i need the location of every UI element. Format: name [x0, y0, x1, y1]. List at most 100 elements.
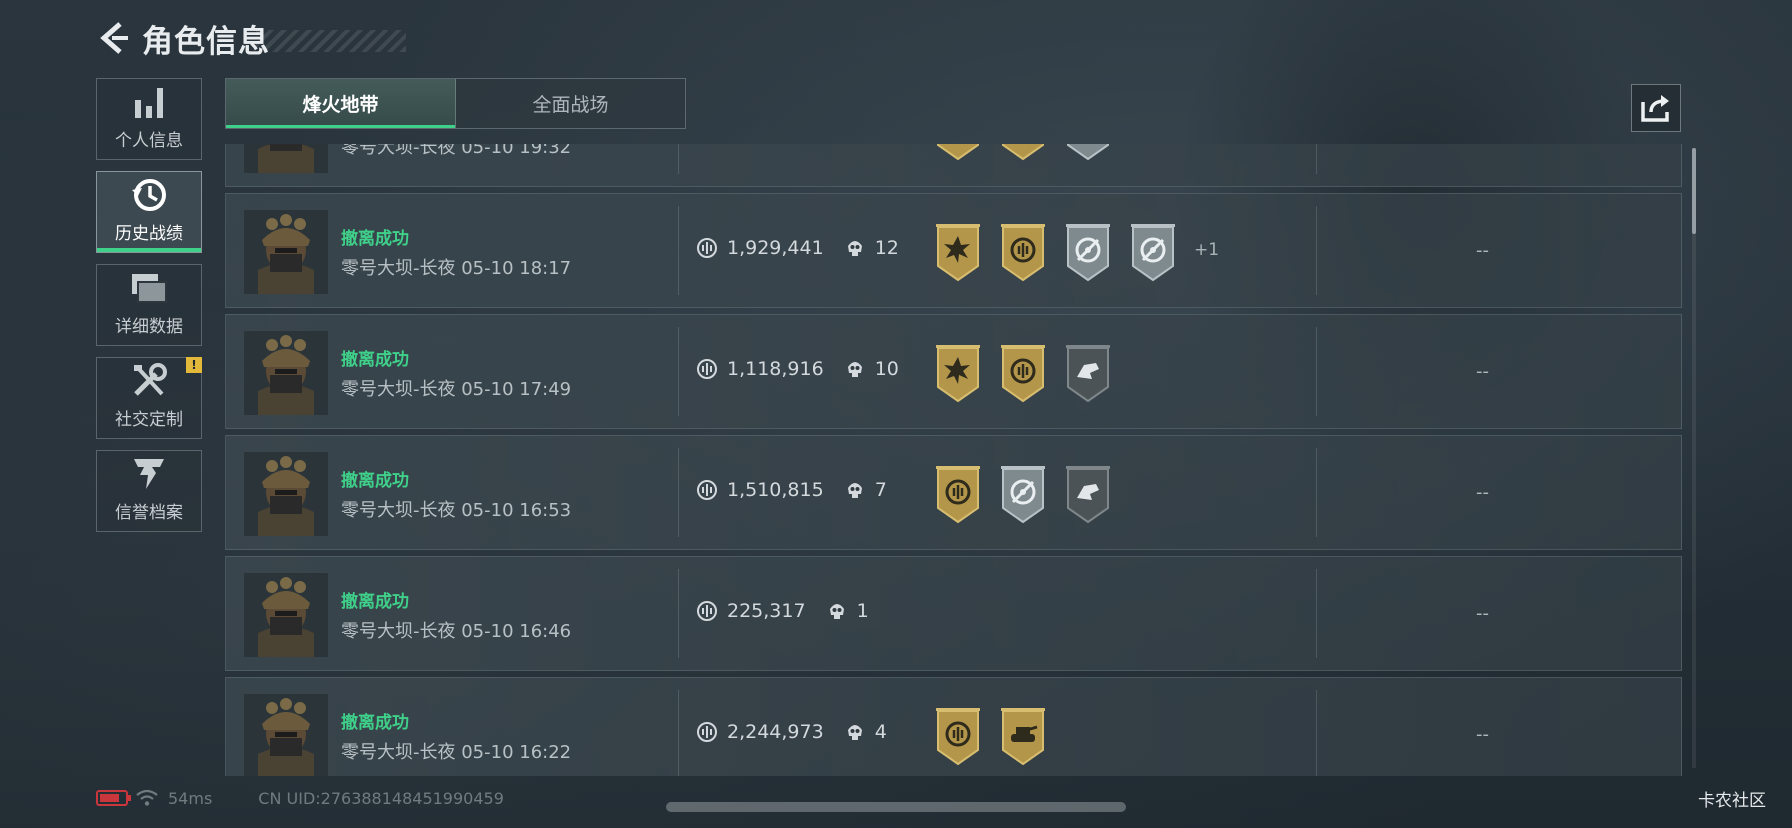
- match-time: 05-10 18:17: [461, 258, 572, 279]
- column-divider: [1316, 327, 1317, 416]
- loot-value: 1,510,815: [727, 479, 824, 501]
- gold-sun-badge-icon[interactable]: [932, 222, 984, 282]
- column-divider: [1316, 206, 1317, 295]
- achievement-badges: +1: [932, 222, 1219, 282]
- gold-coin-badge-icon[interactable]: [997, 144, 1049, 161]
- match-record-row[interactable]: 撤离成功 零号大坝-长夜 05-10 16:53 1,510,815 7 --: [225, 435, 1682, 550]
- status-footer: 54ms CN UID:276388148451990459: [96, 786, 504, 810]
- map-name: 零号大坝-长夜: [341, 379, 456, 400]
- tab-full-battlefield[interactable]: 全面战场: [456, 79, 685, 128]
- kill-count: 1: [856, 600, 869, 622]
- skull-icon: [844, 358, 866, 380]
- gold-coin-badge-icon[interactable]: [932, 464, 984, 524]
- title-decoration: [256, 30, 406, 52]
- score-value: --: [1476, 603, 1489, 624]
- match-record-row[interactable]: 撤离成功 零号大坝-长夜 05-10 16:46 225,317 1 --: [225, 556, 1682, 671]
- loot-value: 2,244,973: [727, 721, 824, 743]
- map-and-time: 零号大坝-长夜 05-10 16:53: [341, 496, 571, 522]
- column-divider: [678, 448, 679, 537]
- scrollbar-thumb[interactable]: [1692, 148, 1696, 234]
- map-and-time: 零号大坝-长夜 05-10 18:17: [341, 254, 571, 280]
- page-title: 角色信息: [142, 23, 270, 60]
- map-and-time: 零号大坝-长夜 05-10 16:22: [341, 738, 571, 764]
- sidebar-item-label: 社交定制: [115, 410, 183, 430]
- silver-target-badge-icon[interactable]: [1062, 222, 1114, 282]
- achievement-badges: [932, 144, 1127, 161]
- warning-badge: !: [186, 357, 202, 373]
- operator-avatar: [244, 210, 328, 294]
- scrollbar[interactable]: [1692, 148, 1696, 768]
- skull-icon: [844, 237, 866, 259]
- mode-tabs: 烽火地带 全面战场: [225, 78, 686, 129]
- silver-target-badge-icon[interactable]: [1062, 144, 1114, 161]
- sidebar-item-history[interactable]: 历史战绩: [96, 171, 202, 253]
- kill-count: 7: [874, 479, 887, 501]
- match-record-row[interactable]: 撤离成功零号大坝-长夜 05-10 19:322,721,1339--: [225, 144, 1682, 187]
- match-stats: 1,929,441 12: [696, 237, 899, 259]
- map-name: 零号大坝-长夜: [341, 144, 456, 158]
- map-name: 零号大坝-长夜: [341, 258, 456, 279]
- share-button[interactable]: [1631, 84, 1681, 132]
- match-time: 05-10 16:46: [461, 621, 572, 642]
- sidebar-item-details[interactable]: 详细数据: [96, 264, 202, 346]
- back-arrow-icon: [100, 22, 128, 54]
- loot-value: 1,118,916: [727, 358, 824, 380]
- more-badges-count[interactable]: +1: [1194, 240, 1219, 260]
- coin-icon: [696, 479, 718, 501]
- coin-icon: [696, 600, 718, 622]
- match-history-list[interactable]: 撤离成功零号大坝-长夜 05-10 19:322,721,1339--撤离成功零…: [225, 144, 1682, 776]
- sidebar-item-credit[interactable]: 信誉档案: [96, 450, 202, 532]
- match-stats: 2,244,973 4: [696, 721, 887, 743]
- battery-icon: [96, 790, 131, 806]
- silver-target-badge-icon[interactable]: [997, 464, 1049, 524]
- sidebar-item-social[interactable]: ! 社交定制: [96, 357, 202, 439]
- operator-avatar: [244, 452, 328, 536]
- achievement-badges: [932, 464, 1127, 524]
- gold-sun-badge-icon[interactable]: [932, 144, 984, 161]
- match-record-row[interactable]: 撤离成功 零号大坝-长夜 05-10 16:22 2,244,973 4 --: [225, 677, 1682, 776]
- kills-group: 1: [826, 600, 869, 622]
- match-history-list-inner: 撤离成功零号大坝-长夜 05-10 19:322,721,1339--撤离成功零…: [225, 144, 1682, 776]
- score-value: --: [1476, 724, 1489, 745]
- column-divider: [1316, 569, 1317, 658]
- dark-hand-badge-icon[interactable]: [1062, 343, 1114, 403]
- skull-icon: [844, 479, 866, 501]
- match-stats: 1,118,916 10: [696, 358, 899, 380]
- operator-avatar: [244, 573, 328, 657]
- map-name: 零号大坝-长夜: [341, 621, 456, 642]
- achievement-badges: [932, 343, 1127, 403]
- silver-target-badge-icon[interactable]: [1127, 222, 1179, 282]
- latency-text: 54ms: [168, 788, 213, 808]
- gold-sun-badge-icon[interactable]: [932, 343, 984, 403]
- sidebar-item-label: 信誉档案: [115, 503, 183, 523]
- score-value: --: [1476, 361, 1489, 382]
- map-and-time: 零号大坝-长夜 05-10 16:46: [341, 617, 571, 643]
- coin-icon: [696, 237, 718, 259]
- gold-tank-badge-icon[interactable]: [997, 706, 1049, 766]
- sidebar-item-label: 详细数据: [115, 317, 183, 337]
- column-divider: [1316, 144, 1317, 174]
- sidebar-item-profile[interactable]: 个人信息: [96, 78, 202, 160]
- history-clock-icon: [129, 175, 169, 215]
- uid-text: CN UID:276388148451990459: [258, 788, 504, 808]
- coin-icon: [696, 721, 718, 743]
- skull-icon: [826, 600, 848, 622]
- credit-bolt-icon: [129, 454, 169, 494]
- gold-coin-badge-icon[interactable]: [997, 222, 1049, 282]
- wifi-icon: [136, 789, 158, 806]
- match-record-row[interactable]: 撤离成功 零号大坝-长夜 05-10 18:17 1,929,441 12 +1 --: [225, 193, 1682, 308]
- gold-coin-badge-icon[interactable]: [997, 343, 1049, 403]
- map-and-time: 零号大坝-长夜 05-10 19:32: [341, 144, 571, 159]
- kills-group: 10: [844, 358, 899, 380]
- bar-chart-icon: [129, 82, 169, 122]
- gold-coin-badge-icon[interactable]: [932, 706, 984, 766]
- tab-warzone[interactable]: 烽火地带: [226, 79, 456, 128]
- kill-count: 4: [874, 721, 887, 743]
- home-indicator[interactable]: [666, 802, 1126, 812]
- back-button[interactable]: [96, 18, 132, 58]
- sidebar: 个人信息 历史战绩 详细数据 ! 社交定制 信誉档案: [96, 78, 202, 543]
- dark-hand-badge-icon[interactable]: [1062, 464, 1114, 524]
- match-record-row[interactable]: 撤离成功 零号大坝-长夜 05-10 17:49 1,118,916 10 --: [225, 314, 1682, 429]
- operator-avatar: [244, 694, 328, 776]
- battery-level: [100, 794, 119, 802]
